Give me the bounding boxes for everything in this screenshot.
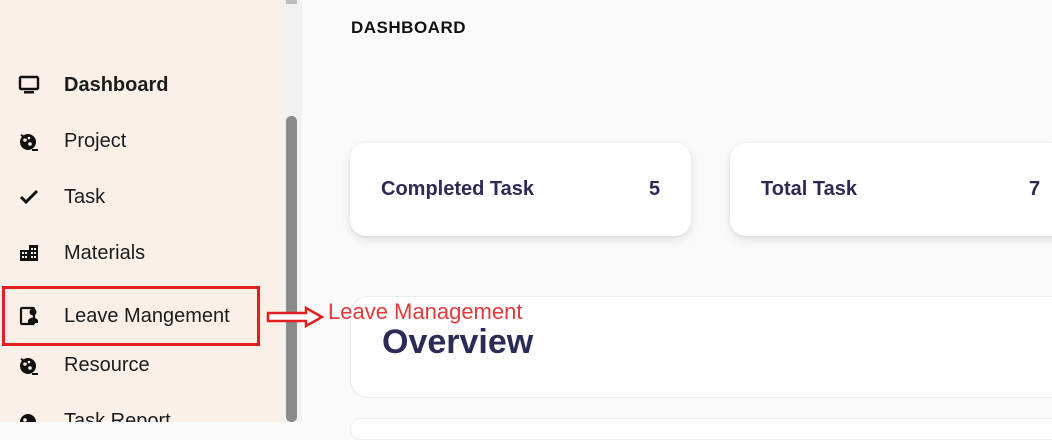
sidebar-item-materials[interactable]: Materials: [0, 225, 282, 281]
annotation-arrow-icon: [266, 306, 325, 328]
card-label: Completed Task: [381, 178, 534, 200]
sidebar: Dashboard Project Task Materials Leave M…: [0, 0, 282, 422]
sidebar-item-resource[interactable]: Resource: [0, 337, 282, 393]
sidebar-item-label: Materials: [64, 241, 146, 264]
sidebar-item-task-report[interactable]: Task Report: [0, 393, 282, 422]
sidebar-scrollbar-thumb[interactable]: [286, 116, 297, 422]
page-title: DASHBOARD: [351, 18, 466, 37]
leave-icon: [18, 305, 40, 327]
sidebar-item-label: Leave Mangement: [64, 304, 230, 327]
sidebar-item-label: Dashboard: [64, 73, 169, 96]
report-icon: [18, 410, 40, 422]
sidebar-item-task[interactable]: Task: [0, 169, 282, 225]
materials-icon: [18, 242, 40, 264]
completed-task-card[interactable]: Completed Task 5: [350, 143, 691, 236]
sidebar-item-label: Task Report: [64, 409, 171, 423]
sidebar-item-label: Project: [64, 129, 127, 152]
scrollbar-up-arrow[interactable]: [286, 0, 297, 4]
overview-title: Overview: [382, 323, 534, 361]
monitor-icon: [18, 74, 40, 96]
total-task-card[interactable]: Total Task 7: [730, 143, 1052, 236]
card-label: Total Task: [761, 178, 857, 200]
card-value: 5: [649, 178, 661, 200]
sidebar-item-project[interactable]: Project: [0, 113, 282, 169]
lower-panel: [350, 418, 1052, 440]
sidebar-item-label: Task: [64, 185, 106, 208]
sidebar-item-dashboard[interactable]: Dashboard: [0, 57, 282, 113]
annotation-label: Leave Management: [328, 299, 523, 324]
sidebar-item-label: Resource: [64, 353, 150, 376]
resource-icon: [18, 354, 40, 376]
check-icon: [18, 186, 40, 208]
card-value: 7: [1029, 178, 1041, 200]
project-icon: [18, 130, 40, 152]
